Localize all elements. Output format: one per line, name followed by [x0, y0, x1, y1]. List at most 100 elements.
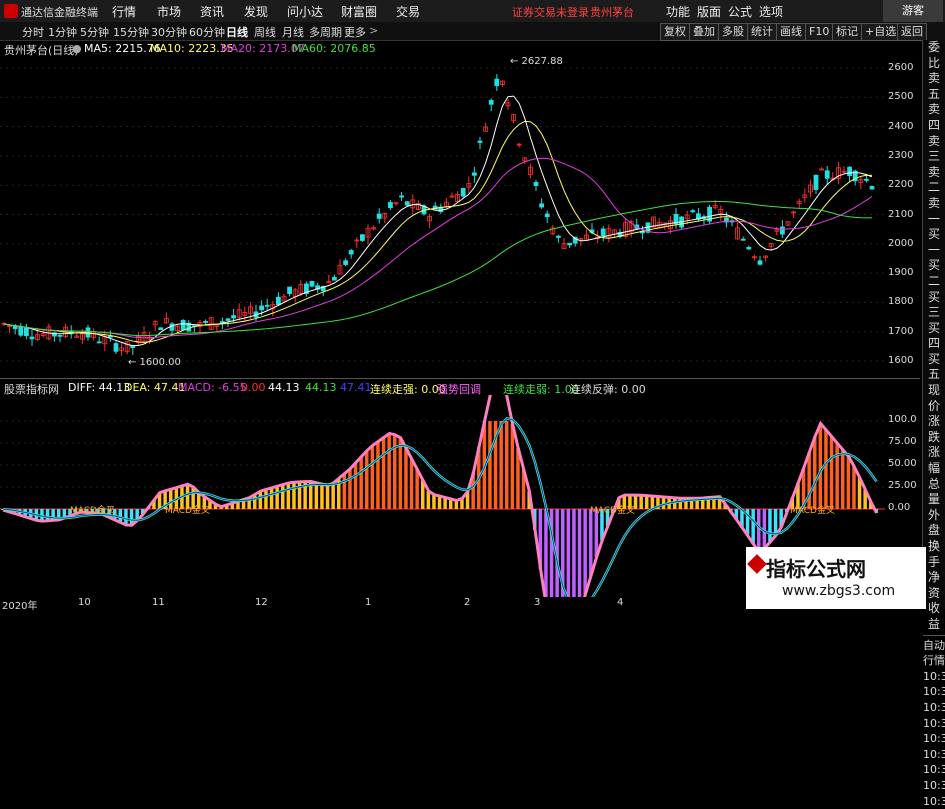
- macd-bar: [399, 438, 403, 509]
- menu-ask[interactable]: 问小达: [287, 3, 323, 20]
- candle: [276, 297, 280, 304]
- macd-bar: [813, 437, 817, 509]
- macd-bar: [371, 446, 375, 509]
- candle: [332, 277, 336, 280]
- candle: [360, 235, 364, 241]
- v3-value: 44.13: [305, 381, 337, 394]
- add-watchlist-button[interactable]: +自选: [861, 23, 900, 41]
- cross-label: MACD金叉: [590, 504, 635, 516]
- period-weekly[interactable]: 周线: [254, 24, 276, 40]
- multi-stock-button[interactable]: 多股: [718, 23, 748, 41]
- candle: [489, 100, 493, 104]
- candlestick-chart[interactable]: ← 2627.88← 1600.00: [0, 55, 885, 375]
- candle: [114, 344, 118, 352]
- macd-bar: [757, 509, 761, 552]
- period-toolbar: 分时 1分钟 5分钟 15分钟 30分钟 60分钟 日线 周线 月线 多周期 更…: [0, 22, 945, 41]
- quote-sub-9: 10:31: [923, 778, 945, 794]
- y-tick-sub-2: 50.00: [888, 458, 917, 469]
- macd-bar: [835, 443, 839, 509]
- cross-label: MACD金叉: [70, 504, 115, 516]
- y-tick-main-7: 1900: [888, 267, 913, 278]
- candle: [495, 79, 499, 86]
- period-1min[interactable]: 1分钟: [48, 24, 77, 40]
- menu-quotes[interactable]: 行情: [112, 3, 136, 20]
- candle: [349, 251, 353, 255]
- more-chevron-icon[interactable]: >: [369, 24, 378, 37]
- period-timeshare[interactable]: 分时: [22, 24, 44, 40]
- quote-sub-6: 10:31: [923, 731, 945, 747]
- period-monthly[interactable]: 月线: [282, 24, 304, 40]
- y-tick-main-2: 2400: [888, 121, 913, 132]
- cross-label: MACD金叉: [165, 504, 210, 516]
- period-5min[interactable]: 5分钟: [80, 24, 109, 40]
- macd-bar: [382, 437, 386, 509]
- quote-field-7: 买二: [923, 258, 945, 289]
- menu-discover[interactable]: 发现: [244, 3, 268, 20]
- quote-field-12: 涨跌: [923, 414, 945, 445]
- macd-bar: [270, 488, 274, 509]
- y-tick-sub-4: 0.00: [888, 502, 910, 513]
- period-30min[interactable]: 30分钟: [151, 24, 187, 40]
- title-bar: 通达信金融终端 行情 市场 资讯 发现 问小达 财富圈 交易 证券交易未登录 贵…: [0, 0, 945, 23]
- high-annotation: ← 2627.88: [510, 56, 563, 67]
- candle: [864, 179, 868, 180]
- menu-news[interactable]: 资讯: [200, 3, 224, 20]
- quote-field-15: 外盘: [923, 508, 945, 539]
- quote-field-13: 涨幅: [923, 445, 945, 476]
- overlay-button[interactable]: 叠加: [689, 23, 719, 41]
- ma-line: [4, 121, 872, 342]
- stock-notice: 贵州茅台: [590, 4, 634, 20]
- f10-button[interactable]: F10: [805, 23, 833, 41]
- v2-value: 44.13: [268, 381, 300, 394]
- quote-field-4: 卖二: [923, 165, 945, 196]
- menu-trade[interactable]: 交易: [396, 3, 420, 20]
- draw-line-button[interactable]: 画线: [776, 23, 806, 41]
- quote-sub-10: 10:31: [923, 794, 945, 809]
- xaxis-label-nov: 11: [152, 597, 165, 608]
- menu-function[interactable]: 功能: [666, 3, 690, 20]
- period-more[interactable]: 更多: [344, 24, 366, 40]
- stats-button[interactable]: 统计: [747, 23, 777, 41]
- watermark-badge: 指标公式网 www.zbgs3.com: [746, 547, 926, 609]
- mark-button[interactable]: 标记: [832, 23, 862, 41]
- menu-layout[interactable]: 版面: [697, 3, 721, 20]
- macd-bar: [824, 430, 828, 509]
- quote-field-14: 总量: [923, 477, 945, 508]
- period-multi[interactable]: 多周期: [309, 24, 342, 40]
- candle: [556, 236, 560, 237]
- period-15min[interactable]: 15分钟: [113, 24, 149, 40]
- macd-bar: [365, 451, 369, 509]
- watermark-title: 指标公式网: [766, 553, 866, 582]
- macd-bar: [567, 509, 571, 597]
- y-tick-main-1: 2500: [888, 91, 913, 102]
- quote-field-9: 买四: [923, 321, 945, 352]
- candle: [204, 321, 208, 322]
- candle: [400, 196, 404, 197]
- macd-bar: [852, 467, 856, 509]
- restore-rights-button[interactable]: 复权: [660, 23, 690, 41]
- candle: [601, 229, 605, 236]
- guest-button[interactable]: 游客: [883, 0, 943, 22]
- macd-bar: [427, 491, 431, 509]
- xaxis-label-apr: 4: [617, 597, 623, 608]
- candle: [58, 335, 62, 336]
- macd-bar: [589, 509, 593, 576]
- quote-field-5: 卖一: [923, 196, 945, 227]
- period-daily[interactable]: 日线: [226, 24, 248, 40]
- macd-bar: [292, 482, 296, 509]
- app-name: 通达信金融终端: [21, 4, 98, 20]
- macd-bar: [376, 442, 380, 509]
- menu-market[interactable]: 市场: [157, 3, 181, 20]
- login-notice[interactable]: 证券交易未登录: [512, 4, 589, 20]
- quote-field-2: 卖四: [923, 102, 945, 133]
- menu-options[interactable]: 选项: [759, 3, 783, 20]
- candle: [159, 328, 163, 330]
- candle: [226, 319, 230, 321]
- back-button[interactable]: 返回: [897, 23, 927, 41]
- menu-wealth[interactable]: 财富圈: [341, 3, 377, 20]
- menu-formula[interactable]: 公式: [728, 3, 752, 20]
- candle: [545, 214, 549, 217]
- collapse-icon[interactable]: ●: [72, 42, 82, 55]
- candle: [461, 188, 465, 196]
- period-60min[interactable]: 60分钟: [189, 24, 225, 40]
